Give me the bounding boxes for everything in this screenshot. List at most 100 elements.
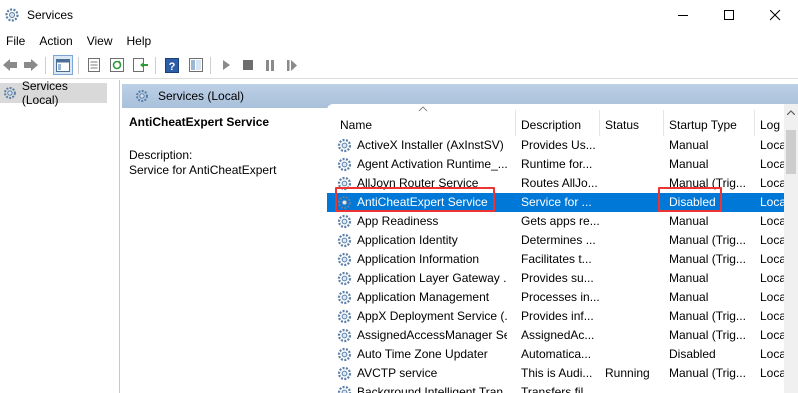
service-name: Application Identity bbox=[357, 233, 458, 247]
close-button[interactable] bbox=[752, 0, 798, 30]
back-button[interactable] bbox=[0, 55, 20, 75]
menu-view[interactable]: View bbox=[80, 30, 120, 52]
mmc-view-button[interactable] bbox=[186, 55, 206, 75]
export-icon bbox=[133, 58, 148, 72]
service-description: Gets apps re... bbox=[521, 214, 599, 228]
menu-action[interactable]: Action bbox=[32, 30, 79, 52]
minimize-icon bbox=[677, 14, 688, 16]
service-status: Running bbox=[605, 366, 650, 380]
menu-file[interactable]: File bbox=[0, 30, 32, 52]
column-divider[interactable] bbox=[663, 110, 664, 136]
service-name: AppX Deployment Service (... bbox=[357, 309, 507, 323]
service-name: App Readiness bbox=[357, 214, 439, 228]
title-bar: Services bbox=[0, 0, 798, 30]
service-gear-icon bbox=[337, 309, 352, 324]
pause-service-button[interactable] bbox=[260, 55, 280, 75]
description-label: Description: bbox=[129, 148, 193, 162]
forward-button[interactable] bbox=[21, 55, 41, 75]
console-view-icon bbox=[189, 58, 203, 72]
service-description: AssignedAc... bbox=[521, 328, 595, 342]
menu-help[interactable]: Help bbox=[120, 30, 159, 52]
service-startup-type: Manual bbox=[669, 271, 709, 285]
stop-icon bbox=[243, 60, 253, 70]
tree-item-label: Services (Local) bbox=[21, 79, 68, 107]
forward-arrow-icon bbox=[24, 59, 38, 71]
service-row[interactable]: Application Layer Gateway ... Provides su… bbox=[327, 269, 798, 288]
service-description: Determines ... bbox=[521, 233, 596, 247]
service-gear-icon bbox=[337, 366, 352, 381]
service-name: ActiveX Installer (AxInstSV) bbox=[357, 138, 504, 152]
service-startup-type: Manual bbox=[669, 214, 709, 228]
help-icon: ? bbox=[165, 57, 179, 73]
restart-service-button[interactable] bbox=[282, 55, 302, 75]
properties-view-button[interactable] bbox=[84, 55, 104, 75]
start-service-button[interactable] bbox=[216, 55, 236, 75]
service-name: Application Information bbox=[357, 252, 480, 266]
column-header-name[interactable]: Name bbox=[340, 104, 510, 136]
column-divider[interactable] bbox=[599, 110, 600, 136]
services-list: Name Description Status Startup Type Log… bbox=[327, 104, 798, 393]
service-description: Processes in... bbox=[521, 290, 599, 304]
scroll-up-button[interactable] bbox=[784, 104, 798, 120]
toolbar: ? bbox=[0, 52, 798, 79]
service-gear-icon bbox=[337, 328, 352, 343]
service-description: Automatica... bbox=[521, 347, 592, 361]
service-startup-type: Manual (Trig... bbox=[669, 309, 746, 323]
help-button[interactable]: ? bbox=[162, 55, 182, 75]
service-row[interactable]: ActiveX Installer (AxInstSV) Provides Us.… bbox=[327, 136, 798, 155]
service-row[interactable]: Application Identity Determines ... Manual… bbox=[327, 231, 798, 250]
maximize-button[interactable] bbox=[706, 0, 752, 30]
service-row[interactable]: AVCTP service This is Audi... Running Manua… bbox=[327, 364, 798, 383]
header-band-title: Services (Local) bbox=[158, 89, 245, 103]
maximize-icon bbox=[723, 9, 734, 20]
service-row[interactable]: AppX Deployment Service (... Provides inf… bbox=[327, 307, 798, 326]
service-row[interactable]: Application Information Facilitates t... M… bbox=[327, 250, 798, 269]
refresh-button[interactable] bbox=[107, 55, 127, 75]
service-row[interactable]: App Readiness Gets apps re... Manual Loca bbox=[327, 212, 798, 231]
console-tree: Services (Local) bbox=[0, 79, 120, 393]
refresh-icon bbox=[110, 58, 124, 72]
service-startup-type: Manual (Trig... bbox=[669, 252, 746, 266]
service-name: Agent Activation Runtime_... bbox=[357, 157, 507, 171]
toolbar-separator bbox=[78, 57, 79, 74]
service-description: Transfers fil... bbox=[521, 385, 594, 393]
toolbar-separator bbox=[210, 57, 211, 74]
service-row[interactable]: AssignedAccessManager Se... AssignedAc...… bbox=[327, 326, 798, 345]
service-gear-icon bbox=[337, 252, 352, 267]
column-header-startup-type[interactable]: Startup Type bbox=[669, 104, 754, 136]
description-text: Service for AntiCheatExpert bbox=[129, 163, 277, 177]
service-startup-type: Manual (Trig... bbox=[669, 233, 746, 247]
minimize-button[interactable] bbox=[660, 0, 706, 30]
service-startup-type: Manual bbox=[669, 157, 709, 171]
restart-icon bbox=[287, 59, 297, 71]
service-row[interactable]: Auto Time Zone Updater Automatica... Disab… bbox=[327, 345, 798, 364]
service-row[interactable]: Background Intelligent Tran... Transfers … bbox=[327, 383, 798, 393]
service-gear-icon bbox=[337, 214, 352, 229]
stop-service-button[interactable] bbox=[238, 55, 258, 75]
service-row[interactable]: Application Management Processes in... Man… bbox=[327, 288, 798, 307]
service-name: Background Intelligent Tran... bbox=[357, 385, 507, 393]
play-icon bbox=[223, 60, 230, 70]
scrollbar-thumb[interactable] bbox=[786, 130, 796, 174]
back-arrow-icon bbox=[3, 59, 17, 71]
service-description: This is Audi... bbox=[521, 366, 593, 380]
column-divider[interactable] bbox=[515, 110, 516, 136]
document-list-icon bbox=[88, 58, 100, 72]
show-hide-tree-button[interactable] bbox=[53, 55, 73, 75]
export-list-button[interactable] bbox=[131, 55, 151, 75]
column-divider[interactable] bbox=[754, 110, 755, 136]
service-row[interactable]: Agent Activation Runtime_... Runtime for.… bbox=[327, 155, 798, 174]
service-description: Runtime for... bbox=[521, 157, 593, 171]
chevron-up-icon bbox=[787, 109, 795, 115]
service-name: Auto Time Zone Updater bbox=[357, 347, 488, 361]
service-name: Application Management bbox=[357, 290, 490, 304]
services-gear-icon bbox=[136, 90, 148, 102]
service-gear-icon bbox=[337, 233, 352, 248]
service-description: Service for ... bbox=[521, 195, 592, 209]
column-header-description[interactable]: Description bbox=[521, 104, 601, 136]
tree-item-services-local[interactable]: Services (Local) bbox=[0, 79, 107, 107]
pause-icon bbox=[266, 59, 274, 71]
service-description: Provides Us... bbox=[521, 138, 596, 152]
console-tree-icon bbox=[56, 58, 70, 72]
column-header-status[interactable]: Status bbox=[605, 104, 665, 136]
